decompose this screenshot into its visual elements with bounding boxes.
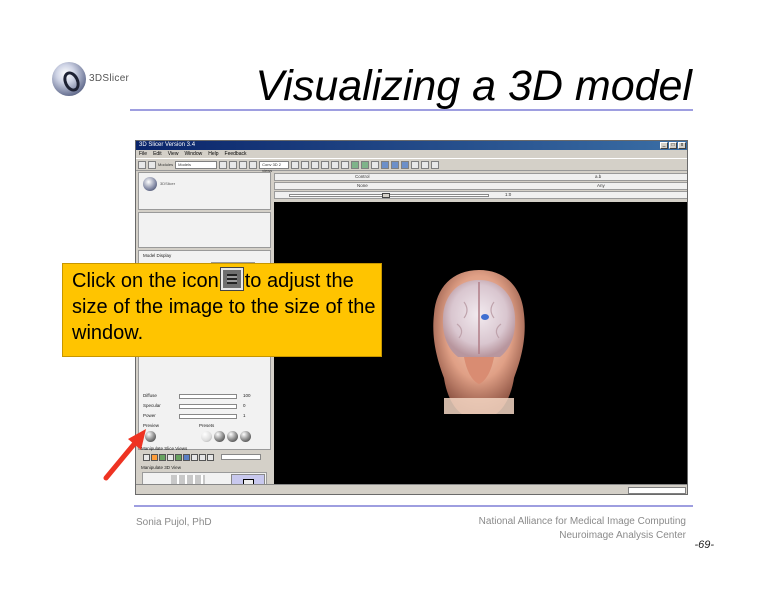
callout-text-before: Click on the icon [72, 270, 219, 292]
page-number: -69- [694, 539, 714, 551]
fit-to-window-icon [219, 267, 244, 291]
footer-divider [134, 505, 693, 507]
footer-org-line-2: Neuroimage Analysis Center [559, 530, 686, 541]
footer-organization: National Alliance for Medical Image Comp… [479, 515, 686, 543]
footer-org-line-1: National Alliance for Medical Image Comp… [478, 516, 686, 527]
instruction-callout: Click on the icon to adjust the size of t… [62, 263, 382, 357]
footer-author: Sonia Pujol, PhD [136, 517, 212, 528]
